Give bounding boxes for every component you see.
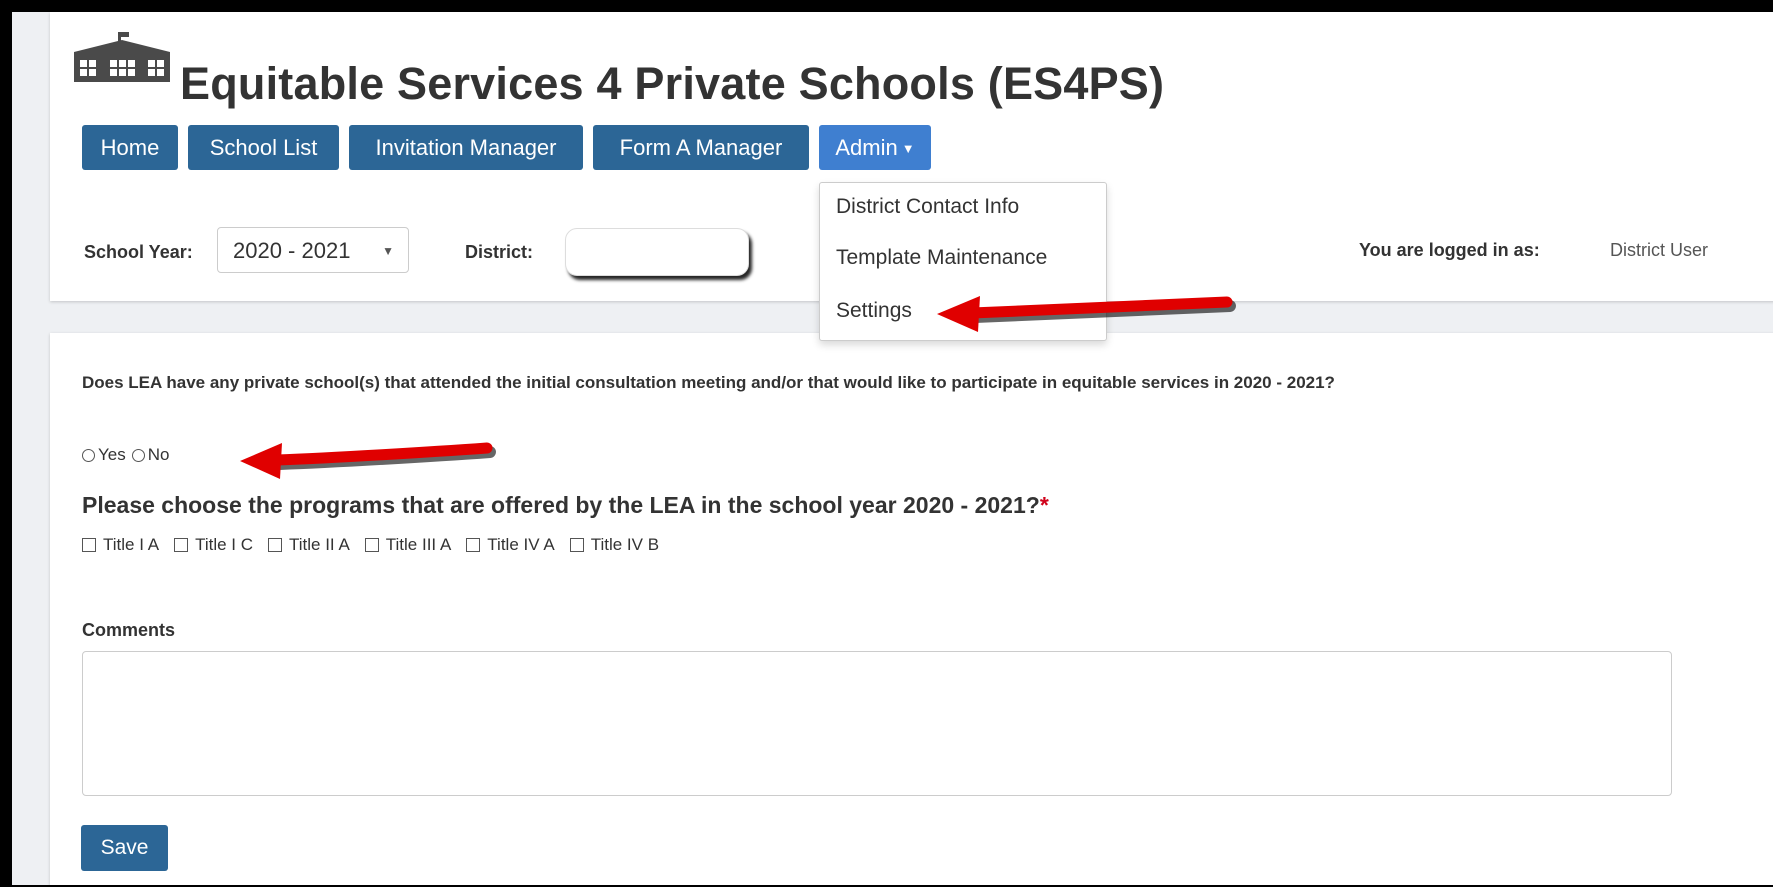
- annotation-arrow-yes-no: [240, 442, 496, 479]
- annotation-arrow-settings: [937, 296, 1236, 332]
- screen: Equitable Services 4 Private Schools (ES…: [12, 12, 1773, 885]
- annotation-arrows: [240, 296, 1236, 479]
